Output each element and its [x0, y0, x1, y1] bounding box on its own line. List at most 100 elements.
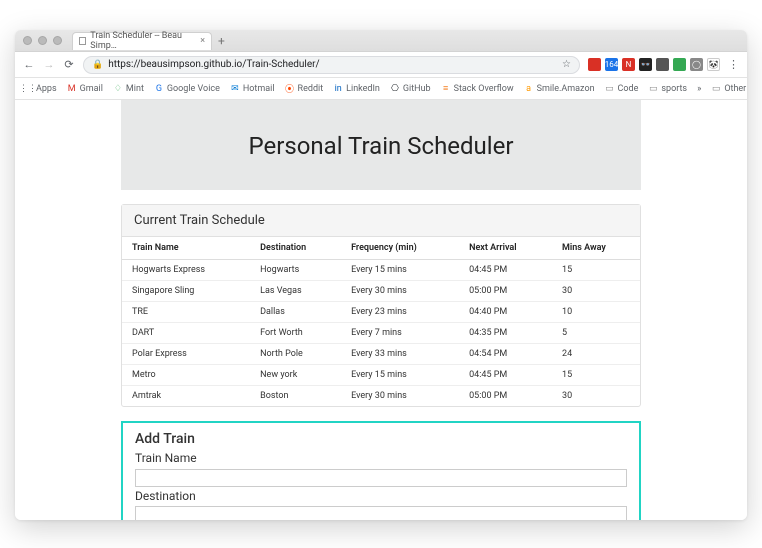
table-cell: 04:45 PM [459, 260, 552, 281]
bookmark-icon: ▭ [605, 84, 615, 94]
url-text: https://beausimpson.github.io/Train-Sche… [108, 59, 319, 70]
menu-button[interactable]: ⋮ [728, 58, 739, 71]
table-row: AmtrakBostonEvery 30 mins05:00 PM30 [122, 386, 640, 407]
table-cell: DART [122, 323, 250, 344]
bookmark-item[interactable]: ⋮⋮Apps [23, 84, 57, 94]
bookmark-icon: a [524, 84, 534, 94]
train-name-input[interactable] [135, 469, 627, 487]
table-cell: 04:40 PM [459, 302, 552, 323]
table-row: Hogwarts ExpressHogwartsEvery 15 mins04:… [122, 260, 640, 281]
table-cell: Dallas [250, 302, 341, 323]
bookmark-icon: ✉ [230, 84, 240, 94]
extension-icon[interactable] [656, 58, 669, 71]
bookmark-icon: in [333, 84, 343, 94]
bookmark-icon: ≡ [441, 84, 451, 94]
close-window-icon[interactable] [23, 36, 32, 45]
bookmark-item[interactable]: aSmile.Amazon [524, 84, 595, 94]
bookmark-item[interactable]: ♢Mint [113, 84, 144, 94]
bookmark-label: Smile.Amazon [537, 84, 595, 94]
table-cell: Singapore Sling [122, 281, 250, 302]
table-row: MetroNew yorkEvery 15 mins04:45 PM15 [122, 365, 640, 386]
browser-window: Train Scheduler -- Beau Simp… × + ← → ⟳ … [15, 30, 747, 520]
table-cell: North Pole [250, 344, 341, 365]
browser-tab[interactable]: Train Scheduler -- Beau Simp… × [72, 32, 212, 50]
table-cell: 30 [552, 281, 640, 302]
extension-icon[interactable]: N [622, 58, 635, 71]
bookmarks-overflow[interactable]: » [697, 84, 701, 94]
table-row: DARTFort WorthEvery 7 mins04:35 PM5 [122, 323, 640, 344]
bookmark-item[interactable]: ▭sports [648, 84, 687, 94]
address-bar[interactable]: 🔒 https://beausimpson.github.io/Train-Sc… [83, 56, 580, 74]
back-button[interactable]: ← [23, 58, 35, 71]
bookmark-item[interactable]: MGmail [67, 84, 103, 94]
extension-icon[interactable]: ◯ [690, 58, 703, 71]
new-tab-button[interactable]: + [218, 34, 225, 48]
table-cell: Every 30 mins [341, 386, 459, 407]
bookmark-item[interactable]: ✉Hotmail [230, 84, 275, 94]
titlebar: Train Scheduler -- Beau Simp… × + [15, 30, 747, 52]
table-cell: Fort Worth [250, 323, 341, 344]
table-cell: 04:45 PM [459, 365, 552, 386]
bookmark-item[interactable]: ⎔GitHub [390, 84, 431, 94]
extension-icon[interactable]: 👓 [639, 58, 652, 71]
extension-icon[interactable] [588, 58, 601, 71]
schedule-table: Train NameDestinationFrequency (min)Next… [122, 237, 640, 406]
table-cell: Hogwarts Express [122, 260, 250, 281]
extension-icon[interactable]: 164 [605, 58, 618, 71]
maximize-window-icon[interactable] [53, 36, 62, 45]
bookmark-item[interactable]: GGoogle Voice [154, 84, 220, 94]
schedule-heading: Current Train Schedule [122, 205, 640, 237]
table-header: Mins Away [552, 237, 640, 260]
table-cell: 05:00 PM [459, 386, 552, 407]
close-tab-icon[interactable]: × [200, 36, 205, 46]
minimize-window-icon[interactable] [38, 36, 47, 45]
other-bookmarks[interactable]: ▭Other Bookmarks [711, 84, 747, 94]
bookmark-label: Gmail [80, 84, 103, 94]
table-cell: Every 23 mins [341, 302, 459, 323]
bookmark-icon: M [67, 84, 77, 94]
bookmark-icon: G [154, 84, 164, 94]
bookmarks-bar: ⋮⋮Apps MGmail ♢Mint GGoogle Voice ✉Hotmail ⦿R… [15, 78, 747, 100]
destination-label: Destination [135, 489, 627, 503]
add-train-panel: Add Train Train Name Destination First T… [121, 421, 641, 520]
window-controls [23, 36, 62, 45]
table-cell: TRE [122, 302, 250, 323]
table-cell: Las Vegas [250, 281, 341, 302]
train-name-label: Train Name [135, 451, 627, 465]
table-cell: Every 30 mins [341, 281, 459, 302]
page-icon [79, 37, 86, 45]
table-cell: Every 15 mins [341, 260, 459, 281]
bookmark-label: LinkedIn [346, 84, 380, 94]
table-cell: New york [250, 365, 341, 386]
table-cell: 05:00 PM [459, 281, 552, 302]
table-cell: 04:54 PM [459, 344, 552, 365]
add-train-heading: Add Train [135, 431, 627, 447]
hero: Personal Train Scheduler [121, 100, 641, 190]
bookmark-item[interactable]: ▭Code [605, 84, 639, 94]
extensions: 164 N 👓 ◯ 🐼 [588, 58, 720, 71]
bookmark-item[interactable]: inLinkedIn [333, 84, 380, 94]
table-cell: Every 15 mins [341, 365, 459, 386]
schedule-panel: Current Train Schedule Train NameDestina… [121, 204, 641, 407]
bookmark-label: Google Voice [167, 84, 220, 94]
extension-icon[interactable]: 🐼 [707, 58, 720, 71]
lock-icon: 🔒 [92, 60, 103, 70]
star-icon[interactable]: ☆ [562, 59, 571, 70]
reload-button[interactable]: ⟳ [63, 58, 75, 71]
bookmark-label: Reddit [298, 84, 324, 94]
destination-input[interactable] [135, 506, 627, 520]
table-header: Frequency (min) [341, 237, 459, 260]
page-content: Personal Train Scheduler Current Train S… [121, 100, 641, 520]
table-cell: Polar Express [122, 344, 250, 365]
extension-icon[interactable] [673, 58, 686, 71]
bookmark-label: Code [618, 84, 639, 94]
table-cell: 24 [552, 344, 640, 365]
table-cell: Every 7 mins [341, 323, 459, 344]
bookmark-item[interactable]: ≡Stack Overflow [441, 84, 514, 94]
bookmark-label: sports [661, 84, 687, 94]
bookmark-item[interactable]: ⦿Reddit [285, 84, 324, 94]
folder-icon: ▭ [711, 84, 721, 94]
page-viewport: Personal Train Scheduler Current Train S… [15, 100, 747, 520]
table-cell: Boston [250, 386, 341, 407]
table-cell: 10 [552, 302, 640, 323]
